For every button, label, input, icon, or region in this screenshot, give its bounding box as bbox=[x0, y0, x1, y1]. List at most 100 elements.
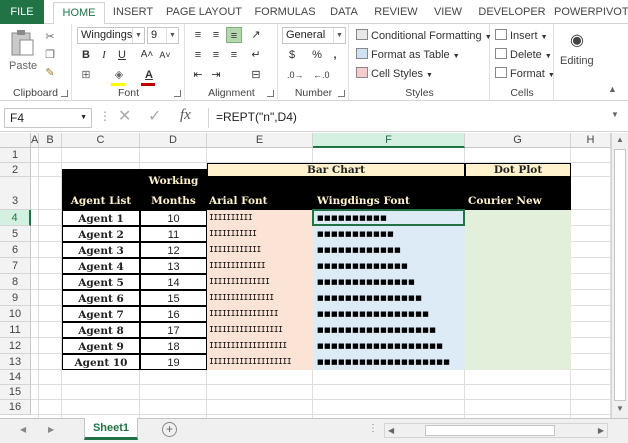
bold-button[interactable]: B bbox=[78, 47, 94, 63]
italic-button[interactable]: I bbox=[96, 47, 112, 63]
next-sheet-icon[interactable]: ▶ bbox=[48, 425, 54, 434]
delete-cells-button[interactable]: Delete ▼ bbox=[495, 48, 552, 61]
alignment-launcher-icon[interactable] bbox=[267, 90, 274, 97]
tab-view[interactable]: VIEW bbox=[428, 0, 468, 24]
clipboard-launcher-icon[interactable] bbox=[61, 90, 68, 97]
row-header-12[interactable]: 12 bbox=[0, 338, 31, 354]
comma-button[interactable]: , bbox=[327, 47, 343, 63]
conditional-formatting-button[interactable]: Conditional Formatting ▼ bbox=[356, 29, 492, 42]
scroll-left-icon[interactable]: ◀ bbox=[388, 426, 394, 435]
vertical-scrollbar[interactable]: ▲ ▼ bbox=[611, 133, 628, 418]
tab-formulas[interactable]: FORMULAS bbox=[250, 0, 320, 24]
column-header-a[interactable]: A bbox=[31, 133, 39, 148]
column-header-g[interactable]: G bbox=[465, 133, 571, 148]
cell-styles-button[interactable]: Cell Styles ▼ bbox=[356, 67, 433, 80]
row-header-11[interactable]: 11 bbox=[0, 322, 31, 338]
column-header-e[interactable]: E bbox=[207, 133, 313, 148]
insert-cells-button[interactable]: Insert ▼ bbox=[495, 29, 548, 42]
align-top-icon[interactable]: ≡ bbox=[190, 27, 206, 43]
cut-icon[interactable]: ✂ bbox=[42, 29, 58, 45]
tab-developer[interactable]: DEVELOPER bbox=[474, 0, 550, 24]
orientation-icon[interactable]: ↗ bbox=[248, 27, 264, 43]
align-right-icon[interactable]: ≡ bbox=[226, 47, 242, 63]
tab-file[interactable]: FILE bbox=[0, 0, 44, 24]
increase-indent-icon[interactable]: ⇥ bbox=[208, 67, 224, 83]
horizontal-scrollbar[interactable]: ◀ ▶ bbox=[384, 423, 608, 438]
font-color-icon[interactable]: A bbox=[141, 67, 157, 83]
percent-button[interactable]: % bbox=[309, 47, 325, 63]
row-header-5[interactable]: 5 bbox=[0, 226, 31, 242]
borders-icon[interactable]: ⊞ bbox=[78, 67, 94, 83]
tab-data[interactable]: DATA bbox=[324, 0, 364, 24]
align-bottom-icon[interactable]: ≡ bbox=[226, 27, 242, 43]
align-left-icon[interactable]: ≡ bbox=[190, 47, 206, 63]
editing-button[interactable]: ◉ Editing bbox=[558, 27, 598, 75]
underline-button[interactable]: U bbox=[114, 47, 130, 63]
selected-cell[interactable] bbox=[312, 209, 465, 226]
row-header-13[interactable]: 13 bbox=[0, 354, 31, 370]
tab-home[interactable]: HOME bbox=[53, 2, 105, 25]
collapse-ribbon-icon[interactable]: ▲ bbox=[608, 84, 617, 94]
number-format-select[interactable]: General ▼ bbox=[282, 27, 346, 44]
decrease-decimal-icon[interactable]: ←.0 bbox=[313, 67, 330, 83]
merge-center-icon[interactable]: ⊟ bbox=[248, 67, 264, 83]
column-header-d[interactable]: D bbox=[140, 133, 207, 148]
insert-function-button[interactable]: fx bbox=[180, 107, 191, 124]
format-cells-button[interactable]: Format ▼ bbox=[495, 67, 555, 80]
hscroll-thumb[interactable] bbox=[425, 425, 555, 436]
row-header-9[interactable]: 9 bbox=[0, 290, 31, 306]
paste-button[interactable]: Paste bbox=[6, 27, 38, 75]
increase-decimal-icon[interactable]: .0→ bbox=[287, 67, 304, 83]
expand-formula-bar-icon[interactable]: ▼ bbox=[611, 110, 619, 119]
align-middle-icon[interactable]: ≡ bbox=[208, 27, 224, 43]
row-header-6[interactable]: 6 bbox=[0, 242, 31, 258]
row-header-2[interactable]: 2 bbox=[0, 163, 31, 177]
scroll-up-icon[interactable]: ▲ bbox=[616, 135, 624, 144]
shrink-font-button[interactable]: A˅ bbox=[157, 47, 173, 63]
enter-icon[interactable]: ✓ bbox=[148, 106, 161, 126]
row-header-10[interactable]: 10 bbox=[0, 306, 31, 322]
format-as-table-button[interactable]: Format as Table ▼ bbox=[356, 48, 460, 61]
align-center-icon[interactable]: ≡ bbox=[208, 47, 224, 63]
select-all-corner[interactable] bbox=[0, 133, 31, 148]
row-header-15[interactable]: 15 bbox=[0, 385, 31, 400]
prev-sheet-icon[interactable]: ◀ bbox=[20, 425, 26, 434]
font-name-select[interactable]: Wingdings ▼ bbox=[77, 27, 145, 44]
number-launcher-icon[interactable] bbox=[338, 90, 345, 97]
copy-icon[interactable]: ❐ bbox=[42, 47, 58, 63]
row-header-7[interactable]: 7 bbox=[0, 258, 31, 274]
row-header-16[interactable]: 16 bbox=[0, 400, 31, 415]
delete-cells-label: Delete bbox=[510, 49, 542, 61]
scroll-thumb[interactable] bbox=[614, 149, 626, 401]
column-header-f[interactable]: F bbox=[313, 133, 465, 148]
tab-split-icon[interactable]: ⋮ bbox=[368, 423, 378, 434]
row-header-8[interactable]: 8 bbox=[0, 274, 31, 290]
new-sheet-button[interactable]: + bbox=[162, 422, 177, 437]
formula-input[interactable]: =REPT("n",D4) bbox=[208, 108, 624, 128]
tab-review[interactable]: REVIEW bbox=[370, 0, 422, 24]
font-launcher-icon[interactable] bbox=[174, 90, 181, 97]
worksheet-grid[interactable]: A B C D E F G H 1 2 3 4 5 6 7 8 9 10 11 12 13 14 15 16 Bar Chart… bbox=[0, 133, 628, 418]
grow-font-button[interactable]: A˄ bbox=[139, 47, 155, 63]
row-header-3[interactable]: 3 bbox=[0, 177, 31, 210]
name-box[interactable]: F4 ▼ bbox=[4, 108, 92, 128]
column-header-h[interactable]: H bbox=[571, 133, 611, 148]
fill-color-icon[interactable]: ◈ bbox=[111, 67, 127, 83]
row-header-1[interactable]: 1 bbox=[0, 148, 31, 163]
tab-insert[interactable]: INSERT bbox=[108, 0, 158, 24]
column-header-b[interactable]: B bbox=[39, 133, 62, 148]
row-header-14[interactable]: 14 bbox=[0, 370, 31, 385]
scroll-down-icon[interactable]: ▼ bbox=[616, 404, 624, 413]
cancel-icon[interactable]: ✕ bbox=[118, 106, 131, 126]
tab-powerpivot[interactable]: POWERPIVOT bbox=[554, 0, 628, 24]
row-header-4[interactable]: 4 bbox=[0, 210, 31, 226]
decrease-indent-icon[interactable]: ⇤ bbox=[190, 67, 206, 83]
font-size-select[interactable]: 9 ▼ bbox=[147, 27, 179, 44]
currency-button[interactable]: $ bbox=[284, 47, 300, 63]
column-header-c[interactable]: C bbox=[62, 133, 140, 148]
wrap-text-icon[interactable]: ↵ bbox=[248, 47, 264, 63]
format-painter-icon[interactable]: ✎ bbox=[42, 65, 58, 81]
tab-page-layout[interactable]: PAGE LAYOUT bbox=[162, 0, 246, 24]
scroll-right-icon[interactable]: ▶ bbox=[598, 426, 604, 435]
sheet-tab-sheet1[interactable]: Sheet1 bbox=[84, 418, 138, 440]
